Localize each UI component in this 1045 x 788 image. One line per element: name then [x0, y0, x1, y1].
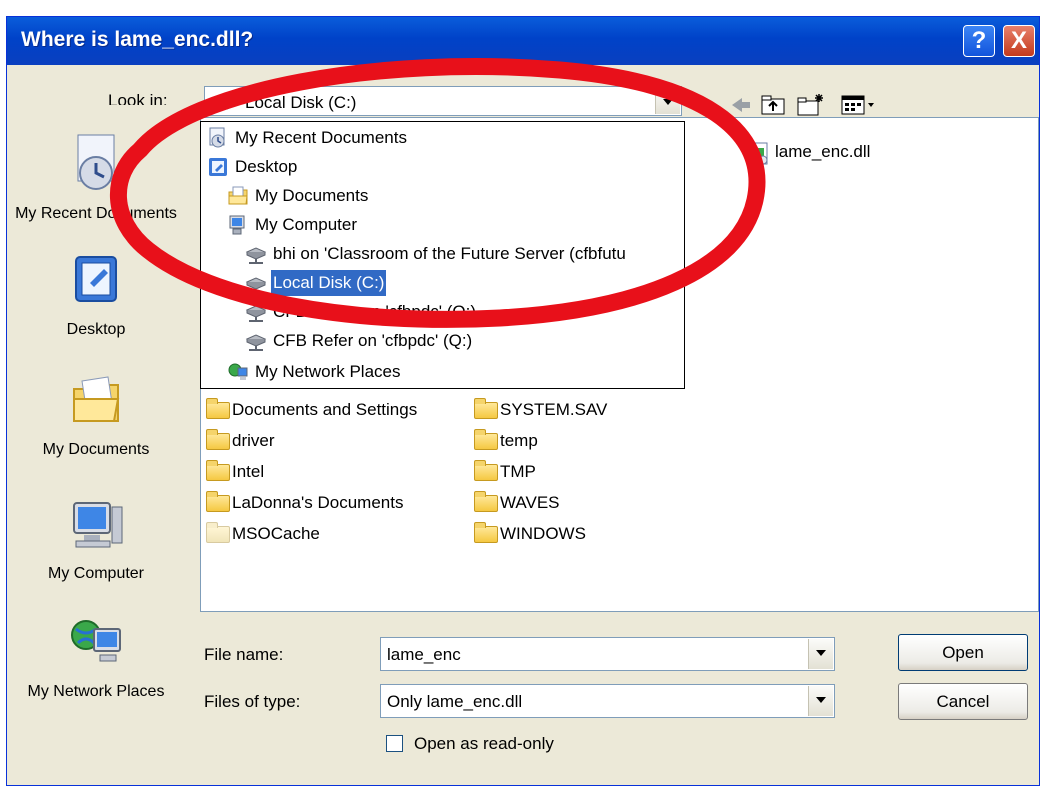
annotation-circle: [110, 58, 766, 328]
